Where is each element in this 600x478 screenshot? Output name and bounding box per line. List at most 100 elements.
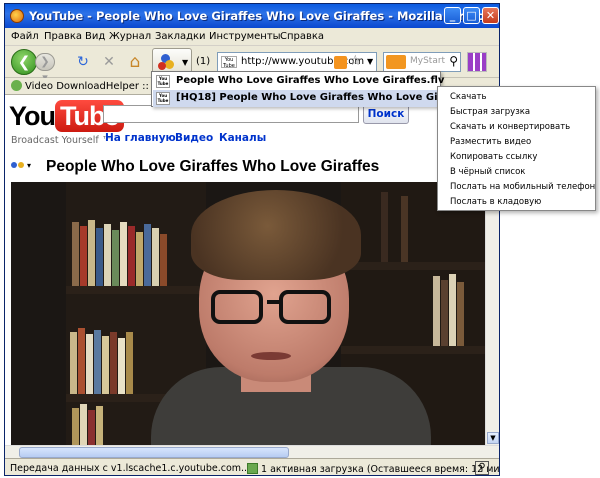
youtube-favicon-icon: You Tube xyxy=(221,56,237,69)
book xyxy=(120,222,127,286)
status-text: Передача данных с v1.lscache1.c.youtube.… xyxy=(10,463,251,474)
close-button[interactable]: ✕ xyxy=(482,7,499,24)
page-content: You Tube Broadcast Yourself ™ Поиск На гл… xyxy=(5,95,499,458)
book xyxy=(96,406,103,450)
home-icon[interactable]: ⌂ xyxy=(127,54,143,71)
menu-item-download[interactable]: Скачать xyxy=(450,92,486,102)
logo-you: You xyxy=(9,101,56,131)
chevron-down-icon[interactable]: ▼ xyxy=(367,57,373,66)
book xyxy=(144,224,151,286)
download-item-mp4[interactable]: You Tube [HQ18] People Who Love Giraffes … xyxy=(153,90,498,107)
reload-icon[interactable]: ↻ xyxy=(75,54,91,70)
person-mouth xyxy=(251,352,291,360)
download-item-flv[interactable]: You Tube People Who Love Giraffes Who Lov… xyxy=(153,73,444,90)
youtube-search-input[interactable] xyxy=(103,105,359,123)
book xyxy=(96,228,103,286)
menu-item-post-video[interactable]: Разместить видео xyxy=(450,137,531,147)
forward-button[interactable]: ❯ ▾ xyxy=(35,53,55,84)
download-status-text: 1 активная загрузка (Оставшееся время: 1… xyxy=(261,464,500,475)
download-status[interactable]: 1 активная загрузка (Оставшееся время: 1… xyxy=(247,463,500,475)
addon-grid-icon[interactable] xyxy=(467,52,487,72)
download-item-label: People Who Love Giraffes Who Love Giraff… xyxy=(176,75,445,86)
window-title: YouTube - People Who Love Giraffes Who L… xyxy=(29,9,493,23)
book xyxy=(70,332,77,394)
glasses-right-lens xyxy=(279,290,331,324)
horizontal-scrollbar[interactable] xyxy=(5,445,499,458)
firefox-icon xyxy=(10,9,24,23)
book xyxy=(160,234,167,286)
menu-history[interactable]: Журнал xyxy=(109,31,151,42)
chevron-down-icon: ▾ xyxy=(27,161,32,170)
book xyxy=(401,196,408,262)
chevron-down-icon: ▼ xyxy=(182,58,189,67)
book xyxy=(449,274,456,346)
book xyxy=(381,192,388,262)
menu-file[interactable]: Файл xyxy=(11,31,39,42)
glasses-bridge xyxy=(267,300,281,304)
youtube-tagline: Broadcast Yourself ™ xyxy=(11,135,112,146)
maximize-button[interactable]: □ xyxy=(463,7,480,24)
bookmark-icon xyxy=(11,80,22,91)
resize-grip-icon[interactable]: ⚲ xyxy=(475,461,489,475)
nav-channels[interactable]: Каналы xyxy=(219,132,266,144)
stop-icon[interactable]: ✕ xyxy=(101,54,117,70)
book xyxy=(104,224,111,286)
status-bar: Передача данных с v1.lscache1.c.youtube.… xyxy=(5,458,500,475)
menu-help[interactable]: Справка xyxy=(280,31,324,42)
book xyxy=(102,336,109,394)
nav-home[interactable]: На главную xyxy=(105,132,176,144)
menu-item-download-convert[interactable]: Скачать и конвертировать xyxy=(450,122,570,132)
minimize-button[interactable]: _ xyxy=(444,7,461,24)
book xyxy=(136,232,143,286)
book xyxy=(94,330,101,394)
glasses-left-lens xyxy=(211,290,263,324)
downloads-dropdown: You Tube People Who Love Giraffes Who Lov… xyxy=(151,71,498,107)
download-icon xyxy=(247,463,258,474)
youtube-icon: You Tube xyxy=(156,75,170,88)
menu-item-quick-download[interactable]: Быстрая загрузка xyxy=(450,107,530,117)
book xyxy=(86,334,93,394)
download-helper-icon-part xyxy=(158,62,166,70)
book xyxy=(80,226,87,286)
menu-view[interactable]: Вид xyxy=(85,31,105,42)
bookmark-star-icon[interactable]: ☆ xyxy=(349,53,362,69)
book xyxy=(112,230,119,286)
menu-item-send-mobile[interactable]: Послать на мобильный телефон xyxy=(450,182,595,192)
book xyxy=(72,222,79,286)
book xyxy=(78,328,85,394)
book xyxy=(72,408,79,450)
horizontal-scroll-thumb[interactable] xyxy=(19,447,289,458)
youtube-icon: You Tube xyxy=(156,92,170,105)
title-bar[interactable]: YouTube - People Who Love Giraffes Who L… xyxy=(5,4,499,28)
menu-bar: Файл Правка Вид Журнал Закладки Инструме… xyxy=(5,28,499,46)
book xyxy=(441,280,448,346)
book xyxy=(128,226,135,286)
download-helper-page-icon[interactable]: ▾ xyxy=(11,158,31,171)
menu-item-copy-link[interactable]: Копировать ссылку xyxy=(450,152,537,162)
book xyxy=(126,332,133,394)
search-bar[interactable]: MyStart ⚲ xyxy=(383,52,461,72)
download-count: (1) xyxy=(196,56,211,67)
url-bar[interactable]: You Tube http://www.youtube.com ☆ ▼ xyxy=(217,52,377,72)
book xyxy=(110,332,117,394)
download-helper-icon-part xyxy=(165,60,174,69)
rss-icon[interactable] xyxy=(334,56,347,69)
menu-tools[interactable]: Инструменты xyxy=(209,31,281,42)
scroll-down-icon[interactable]: ▼ xyxy=(487,432,499,444)
arrow-left-icon: ❮ xyxy=(17,53,31,71)
youtube-search-button[interactable]: Поиск xyxy=(363,104,409,124)
nav-videos[interactable]: Видео xyxy=(175,132,213,144)
menu-item-blacklist[interactable]: В чёрный список xyxy=(450,167,525,177)
search-engine-icon[interactable] xyxy=(386,55,406,69)
search-placeholder[interactable]: MyStart xyxy=(410,56,445,66)
video-player[interactable] xyxy=(11,182,489,450)
search-icon[interactable]: ⚲ xyxy=(449,54,458,68)
menu-edit[interactable]: Правка xyxy=(44,31,82,42)
back-button[interactable]: ❮ xyxy=(11,49,37,75)
book xyxy=(88,220,95,286)
menu-bookmarks[interactable]: Закладки xyxy=(155,31,206,42)
book xyxy=(118,338,125,394)
book xyxy=(88,410,95,450)
book xyxy=(80,404,87,450)
menu-item-send-storage[interactable]: Послать в кладовую xyxy=(450,197,541,207)
